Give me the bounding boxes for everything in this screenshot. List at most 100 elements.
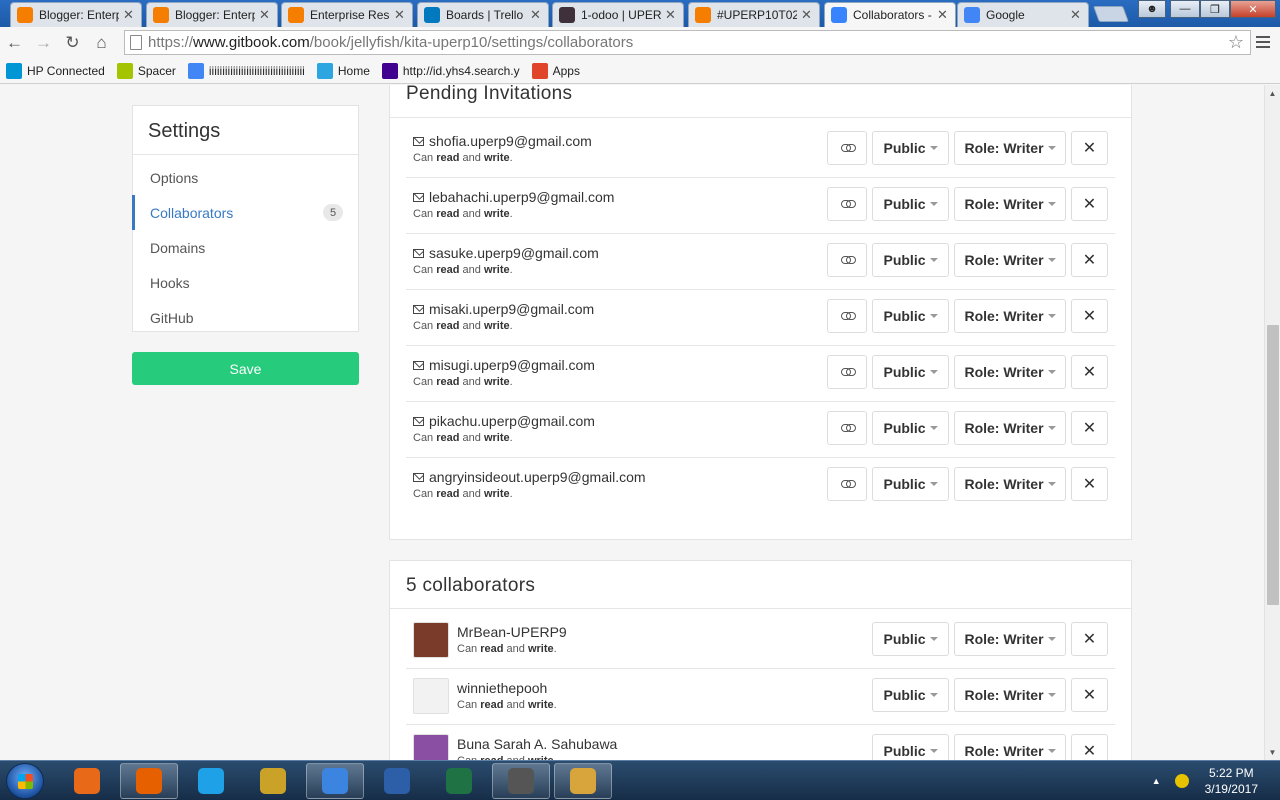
role-dropdown[interactable]: Role: Writer (954, 734, 1066, 760)
tray-app-icon[interactable] (1174, 774, 1189, 788)
scroll-up-arrow-icon[interactable]: ▲ (1265, 85, 1280, 101)
remove-button[interactable]: ✕ (1071, 131, 1108, 165)
browser-tab[interactable]: Blogger: Enterp ✕ (10, 2, 142, 27)
remove-button[interactable]: ✕ (1071, 734, 1108, 760)
new-tab-button[interactable] (1093, 6, 1129, 22)
browser-tab[interactable]: #UPERP10T02B ✕ (688, 2, 820, 27)
copy-invite-link-button[interactable] (827, 299, 867, 333)
visibility-dropdown[interactable]: Public (872, 243, 949, 277)
remove-button[interactable]: ✕ (1071, 355, 1108, 389)
role-dropdown[interactable]: Role: Writer (954, 131, 1066, 165)
close-tab-icon[interactable]: ✕ (801, 7, 813, 23)
link-icon (840, 368, 856, 376)
browser-tab[interactable]: Blogger: Enterp ✕ (146, 2, 278, 27)
remove-button[interactable]: ✕ (1071, 299, 1108, 333)
remove-button[interactable]: ✕ (1071, 622, 1108, 656)
bookmark-item[interactable]: Spacer (116, 62, 176, 79)
remove-button[interactable]: ✕ (1071, 411, 1108, 445)
role-dropdown[interactable]: Role: Writer (954, 411, 1066, 445)
start-button[interactable] (6, 763, 44, 799)
copy-invite-link-button[interactable] (827, 243, 867, 277)
remove-button[interactable]: ✕ (1071, 467, 1108, 501)
sidebar-item-github[interactable]: GitHub (132, 300, 358, 335)
close-tab-icon[interactable]: ✕ (259, 7, 271, 23)
role-dropdown[interactable]: Role: Writer (954, 622, 1066, 656)
taskbar-app[interactable] (430, 763, 488, 799)
visibility-dropdown[interactable]: Public (872, 355, 949, 389)
caret-down-icon (929, 749, 938, 753)
taskbar-app[interactable] (120, 763, 178, 799)
browser-tab[interactable]: Boards | Trello ✕ (417, 2, 549, 27)
role-dropdown[interactable]: Role: Writer (954, 678, 1066, 712)
settings-nav: Options Collaborators 5 Domains Hooks GitHub (132, 155, 358, 335)
copy-invite-link-button[interactable] (827, 131, 867, 165)
visibility-dropdown[interactable]: Public (872, 678, 949, 712)
taskbar-app[interactable] (492, 763, 550, 799)
scroll-down-arrow-icon[interactable]: ▼ (1265, 744, 1280, 760)
visibility-dropdown[interactable]: Public (872, 187, 949, 221)
bookmark-item[interactable]: Apps (531, 62, 580, 79)
bookmark-item[interactable]: Home (316, 62, 370, 79)
remove-button[interactable]: ✕ (1071, 678, 1108, 712)
user-profile-icon[interactable]: ☻ (1138, 0, 1166, 18)
taskbar-app[interactable] (306, 763, 364, 799)
remove-button[interactable]: ✕ (1071, 243, 1108, 277)
sidebar-item-options[interactable]: Options (132, 160, 358, 195)
sidebar-item-hooks[interactable]: Hooks (132, 265, 358, 300)
browser-tab[interactable]: Enterprise Reso ✕ (281, 2, 413, 27)
permission-text: Can read and write. (457, 699, 557, 711)
taskbar-app[interactable] (368, 763, 426, 799)
sidebar-item-domains[interactable]: Domains (132, 230, 358, 265)
copy-invite-link-button[interactable] (827, 355, 867, 389)
tab-title: Google (986, 8, 1025, 22)
copy-invite-link-button[interactable] (827, 187, 867, 221)
minimize-button[interactable]: — (1170, 0, 1200, 18)
close-tab-icon[interactable]: ✕ (937, 7, 949, 23)
taskbar-app[interactable] (554, 763, 612, 799)
copy-invite-link-button[interactable] (827, 467, 867, 501)
perm-end: . (553, 643, 557, 655)
save-button[interactable]: Save (132, 352, 359, 385)
taskbar-app[interactable] (244, 763, 302, 799)
visibility-dropdown[interactable]: Public (872, 467, 949, 501)
browser-tab[interactable]: Collaborators - ✕ (824, 2, 956, 27)
role-dropdown[interactable]: Role: Writer (954, 467, 1066, 501)
page-scrollbar[interactable]: ▲ ▼ (1264, 85, 1280, 760)
forward-arrow-icon[interactable]: → (29, 29, 58, 57)
visibility-dropdown[interactable]: Public (872, 411, 949, 445)
home-icon[interactable]: ⌂ (87, 29, 116, 57)
close-tab-icon[interactable]: ✕ (123, 7, 135, 23)
close-tab-icon[interactable]: ✕ (665, 7, 677, 23)
role-dropdown[interactable]: Role: Writer (954, 299, 1066, 333)
browser-tab[interactable]: Google ✕ (957, 2, 1089, 27)
close-tab-icon[interactable]: ✕ (530, 7, 542, 23)
role-dropdown[interactable]: Role: Writer (954, 187, 1066, 221)
visibility-dropdown[interactable]: Public (872, 622, 949, 656)
taskbar-app[interactable] (58, 763, 116, 799)
visibility-dropdown[interactable]: Public (872, 734, 949, 760)
role-dropdown[interactable]: Role: Writer (954, 243, 1066, 277)
visibility-dropdown[interactable]: Public (872, 299, 949, 333)
role-dropdown[interactable]: Role: Writer (954, 355, 1066, 389)
browser-tab[interactable]: 1-odoo | UPERP ✕ (552, 2, 684, 27)
clock[interactable]: 5:22 PM 3/19/2017 (1205, 765, 1258, 797)
bookmark-item[interactable]: iiiiiiiiiiiiiiiiiiiiiiiiiiiiiiiiiiii (187, 62, 305, 79)
visibility-dropdown[interactable]: Public (872, 131, 949, 165)
address-bar[interactable]: https://www.gitbook.com/book/jellyfish/k… (124, 30, 1251, 55)
close-tab-icon[interactable]: ✕ (394, 7, 406, 23)
copy-invite-link-button[interactable] (827, 411, 867, 445)
close-window-button[interactable]: ✕ (1230, 0, 1276, 18)
remove-button[interactable]: ✕ (1071, 187, 1108, 221)
browser-menu-icon[interactable] (1256, 36, 1270, 51)
bookmark-item[interactable]: http://id.yhs4.search.y (381, 62, 520, 79)
close-tab-icon[interactable]: ✕ (1070, 7, 1082, 23)
back-arrow-icon[interactable]: ← (0, 29, 29, 57)
reload-icon[interactable]: ↻ (58, 29, 87, 57)
bookmark-star-icon[interactable]: ☆ (1228, 32, 1244, 53)
show-hidden-icons-icon[interactable]: ▲ (1152, 776, 1161, 786)
scroll-thumb[interactable] (1267, 325, 1279, 605)
sidebar-item-collaborators[interactable]: Collaborators 5 (132, 195, 358, 230)
maximize-button[interactable]: ❐ (1200, 0, 1230, 18)
taskbar-app[interactable] (182, 763, 240, 799)
bookmark-item[interactable]: HP Connected (6, 62, 105, 79)
